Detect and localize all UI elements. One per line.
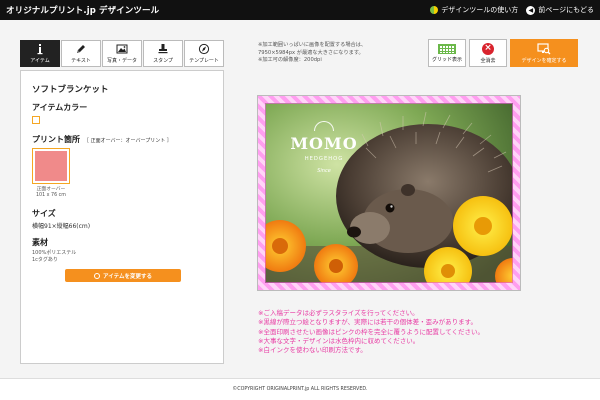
warning-line: ※全面印刷させたい画像はピンクの枠を完全に覆うように配置してください。 (258, 327, 485, 336)
top-bar: オリジナルプリント.jp デザインツール デザインツールの使い方 ◀ 前ページに… (0, 0, 600, 20)
size-heading: サイズ (32, 209, 56, 218)
warning-line: ※ご入稿データは必ずラスタライズを行ってください。 (258, 309, 419, 317)
header-links: デザインツールの使い方 ◀ 前ページにもどる (430, 5, 594, 15)
tool-tabs: アイテム テキスト 写真・データ スタンプ テンプレート (20, 40, 224, 67)
grid-toggle-label: グリッド表示 (431, 56, 462, 63)
monitor-search-icon (537, 42, 551, 54)
howto-link[interactable]: デザインツールの使い方 (430, 5, 518, 15)
badge-subtitle: HEDGEHOG (304, 156, 344, 162)
print-warnings: ※ご入稿データは必ずラスタライズを行ってください。 ※黒線が際立つ絵となりますが… (258, 309, 484, 355)
beginner-leaf-icon (430, 6, 439, 14)
howto-link-label: デザインツールの使い方 (441, 6, 519, 14)
badge-footer: Since (317, 168, 331, 174)
grid-icon (438, 43, 456, 54)
tab-item-label: アイテム (30, 58, 50, 64)
close-icon: × (482, 42, 494, 55)
clear-all-label: 全消去 (480, 57, 496, 64)
print-area-heading: プリント箇所 ［ 正面オーバー：オーバープリント ］ (32, 134, 172, 145)
tab-photo-label: 写真・データ (106, 58, 137, 64)
back-arrow-icon: ◀ (526, 5, 536, 15)
site-logo[interactable]: オリジナルプリント.jp デザインツール (6, 4, 159, 16)
item-color-swatch[interactable] (32, 116, 40, 124)
note-line: 7950×5984px が最適な大きさになります。 (258, 49, 364, 56)
item-color-heading: アイテムカラー (32, 103, 88, 112)
image-icon (116, 44, 128, 54)
print-area-thumbnail[interactable] (32, 148, 70, 184)
confirm-design-label: デザインを確定する (521, 57, 567, 64)
warning-line: ※白インクを使わない印刷方法です。 (258, 346, 367, 355)
badge-ornament (314, 121, 334, 131)
tab-item[interactable]: アイテム (20, 40, 60, 67)
refresh-icon (94, 272, 101, 279)
print-area-caption-size: 101 x 76 cm (36, 193, 66, 198)
tab-stamp[interactable]: スタンプ (143, 40, 183, 67)
info-icon (37, 44, 43, 55)
tab-text-label: テキスト (71, 58, 91, 64)
change-item-button[interactable]: アイテムを変更する (65, 269, 181, 282)
print-area-caption: 正面オーバー 101 x 76 cm (27, 187, 75, 199)
hedgehog-photo[interactable]: MOMO HEDGEHOG Since (258, 96, 520, 290)
copyright-text: ©COPYRIGHT ORIGINALPRINT.jp ALL RIGHTS R… (232, 387, 368, 392)
badge-title: MOMO (290, 134, 358, 153)
size-value: 横幅91×縦幅66(cm) (32, 223, 91, 230)
design-canvas[interactable]: MOMO HEDGEHOG Since (257, 95, 521, 291)
back-link[interactable]: ◀ 前ページにもどる (526, 5, 594, 15)
tab-template-label: テンプレート (189, 58, 219, 64)
page-footer: ©COPYRIGHT ORIGINALPRINT.jp ALL RIGHTS R… (0, 378, 600, 400)
tab-stamp-label: スタンプ (153, 58, 173, 64)
warning-line: ※黒線が際立つ絵となりますが、実際には若干の個体差・歪みがあります。 (258, 318, 477, 327)
momo-badge[interactable]: MOMO HEDGEHOG Since (280, 118, 368, 184)
grid-toggle-button[interactable]: グリッド表示 (428, 39, 466, 67)
print-area-heading-text: プリント箇所 (32, 135, 80, 144)
back-link-label: 前ページにもどる (538, 6, 594, 14)
print-area-fill (35, 151, 67, 181)
material-details: 100%ポリエステル 1cタグあり (32, 250, 76, 264)
stamp-icon (158, 44, 168, 54)
print-area-note: ［ 正面オーバー：オーバープリント ］ (84, 138, 172, 144)
material-line: 100%ポリエステル (32, 250, 77, 256)
note-line: ※加工可の解像度：200dpi (258, 57, 322, 63)
note-line: ※加工範囲いっぱいに画像を配置する場合は、 (258, 42, 367, 48)
material-line: 1cタグあり (32, 257, 58, 263)
product-name: ソフトブランケット (32, 85, 109, 95)
tab-photo[interactable]: 写真・データ (102, 40, 142, 67)
pen-icon (77, 45, 85, 53)
clear-all-button[interactable]: × 全消去 (469, 39, 507, 67)
resolution-notes: ※加工範囲いっぱいに画像を配置する場合は、 7950×5984px が最適な大き… (258, 42, 428, 65)
confirm-design-button[interactable]: デザインを確定する (510, 39, 578, 67)
tab-text[interactable]: テキスト (61, 40, 101, 67)
material-heading: 素材 (32, 238, 48, 247)
tab-template[interactable]: テンプレート (184, 40, 224, 67)
warning-line: ※大事な文字・デザインは水色枠内に収めてください。 (258, 336, 420, 345)
item-panel: ソフトブランケット アイテムカラー プリント箇所 ［ 正面オーバー：オーバープリ… (20, 70, 224, 364)
change-item-label: アイテムを変更する (103, 273, 152, 280)
compass-icon (198, 43, 210, 55)
